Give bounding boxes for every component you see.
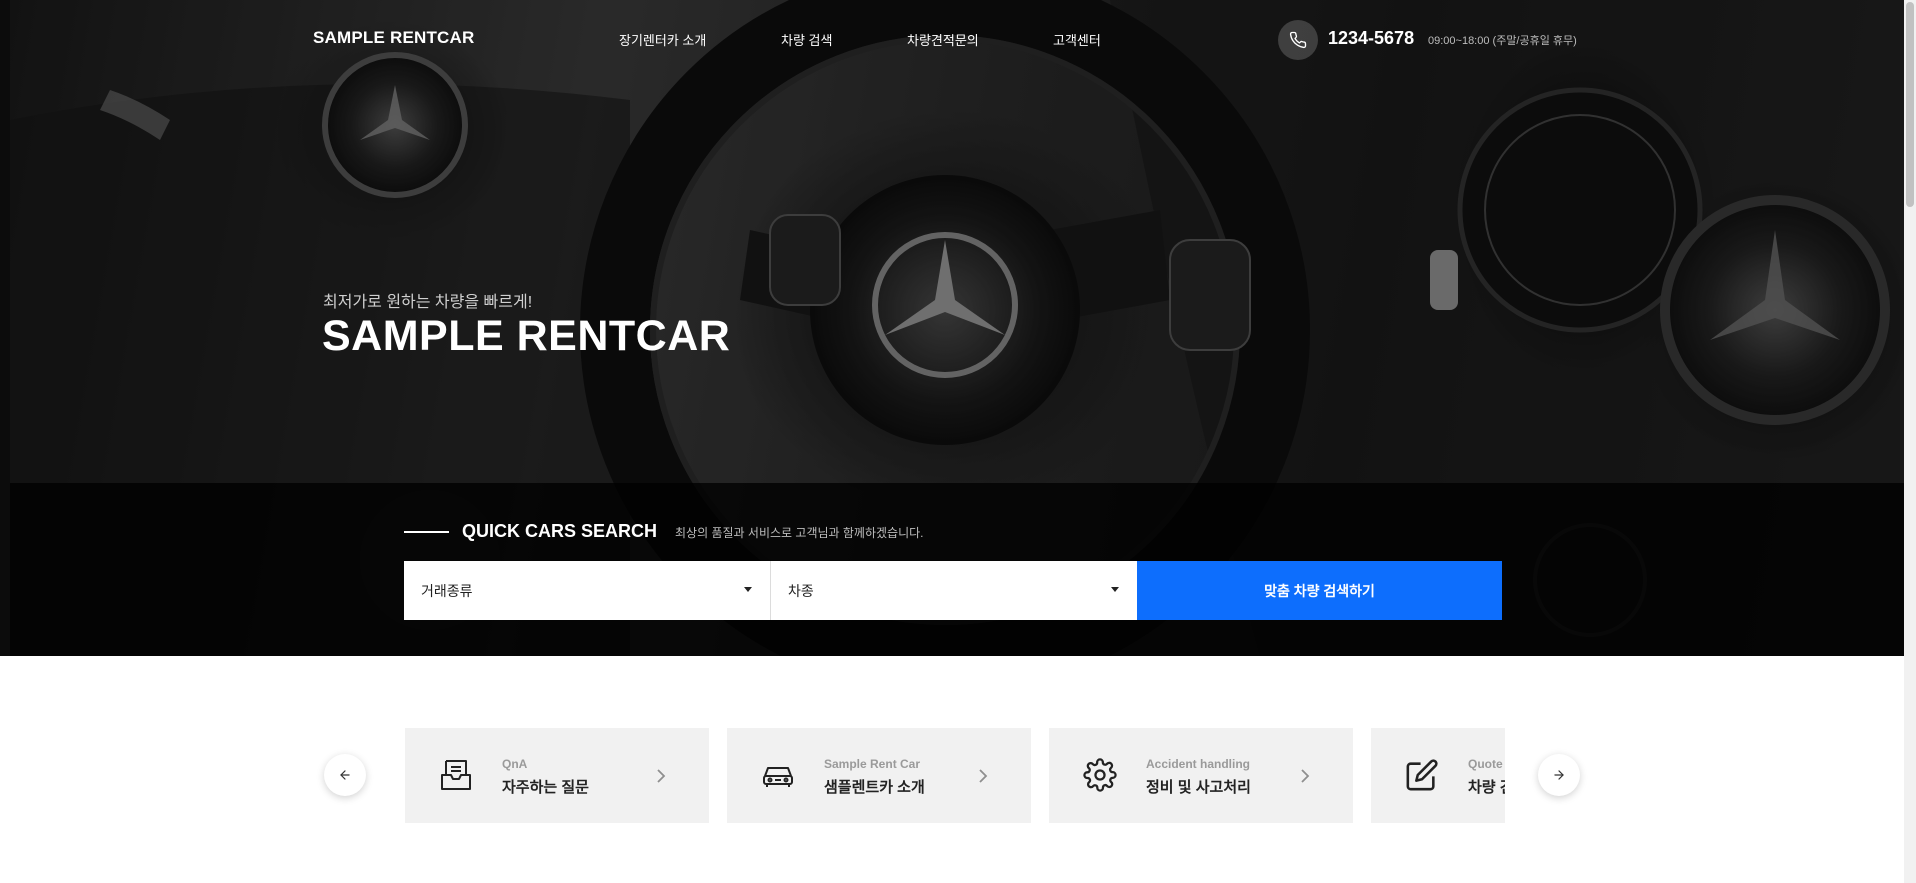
card-title: 차량 견적문의 xyxy=(1468,779,1505,796)
card-title: 샘플렌트카 소개 xyxy=(824,779,925,796)
nav-item-quote[interactable]: 차량견적문의 xyxy=(907,30,979,49)
quick-search-title: QUICK CARS SEARCH xyxy=(462,521,658,541)
card-title: 자주하는 질문 xyxy=(502,779,589,796)
phone-icon xyxy=(1289,31,1307,49)
nav-item-car-search[interactable]: 차량 검색 xyxy=(781,30,832,49)
phone-button[interactable] xyxy=(1278,20,1318,60)
gear-icon xyxy=(1083,758,1117,792)
nav-item-support[interactable]: 고객센터 xyxy=(1053,30,1101,49)
phone-number: 1234-5678 xyxy=(1328,28,1415,48)
trade-type-select[interactable]: 거래종류 xyxy=(404,561,770,620)
card-category: Quote xyxy=(1468,757,1503,771)
quick-link-card-intro[interactable]: Sample Rent Car 샘플렌트카 소개 xyxy=(727,728,1031,823)
chevron-down-icon xyxy=(1111,587,1119,592)
custom-car-search-button[interactable]: 맞춤 차량 검색하기 xyxy=(1137,561,1502,620)
chevron-right-icon xyxy=(657,769,666,783)
edit-icon xyxy=(1406,759,1438,791)
card-category: Accident handling xyxy=(1146,757,1251,771)
trade-type-select-label: 거래종류 xyxy=(421,583,473,599)
quick-search-description: 최상의 품질과 서비스로 고객님과 함께하겠습니다. xyxy=(675,526,924,540)
arrow-left-icon xyxy=(340,770,350,780)
chevron-right-icon xyxy=(1301,769,1310,783)
inbox-icon xyxy=(441,760,471,790)
quick-links-carousel: QnA 자주하는 질문 Sample Rent Car 샘플렌트카 소개 Acc… xyxy=(405,728,1505,823)
page-scrollbar-thumb[interactable] xyxy=(1906,2,1914,207)
card-title: 정비 및 사고처리 xyxy=(1146,779,1251,796)
chevron-right-icon xyxy=(979,769,988,783)
chevron-down-icon xyxy=(744,587,752,592)
quick-link-card-quote[interactable]: Quote 차량 견적문의 xyxy=(1371,728,1505,823)
carousel-prev-button[interactable] xyxy=(324,754,366,796)
left-edge-strip xyxy=(0,0,10,656)
page: SAMPLE RENTCAR 장기렌터카 소개 차량 검색 차량견적문의 고객센… xyxy=(0,0,1916,883)
hero-title: SAMPLE RENTCAR xyxy=(322,312,731,360)
phone-hours: 09:00~18:00 (주말/공휴일 휴무) xyxy=(1428,35,1577,47)
arrow-right-icon xyxy=(1554,770,1564,780)
quick-search-divider xyxy=(404,531,449,533)
quick-search-panel: QUICK CARS SEARCH 최상의 품질과 서비스로 고객님과 함께하겠… xyxy=(10,483,1904,656)
car-icon xyxy=(763,767,793,787)
card-category: QnA xyxy=(502,757,528,771)
quick-link-card-qna[interactable]: QnA 자주하는 질문 xyxy=(405,728,709,823)
site-logo[interactable]: SAMPLE RENTCAR xyxy=(313,28,474,48)
car-type-select[interactable]: 차종 xyxy=(771,561,1137,620)
hero-subtitle: 최저가로 원하는 차량을 빠르게! xyxy=(323,294,533,311)
nav-item-intro[interactable]: 장기렌터카 소개 xyxy=(619,30,706,49)
quick-link-card-accident[interactable]: Accident handling 정비 및 사고처리 xyxy=(1049,728,1353,823)
carousel-next-button[interactable] xyxy=(1538,754,1580,796)
car-type-select-label: 차종 xyxy=(788,583,814,599)
card-category: Sample Rent Car xyxy=(824,757,921,771)
